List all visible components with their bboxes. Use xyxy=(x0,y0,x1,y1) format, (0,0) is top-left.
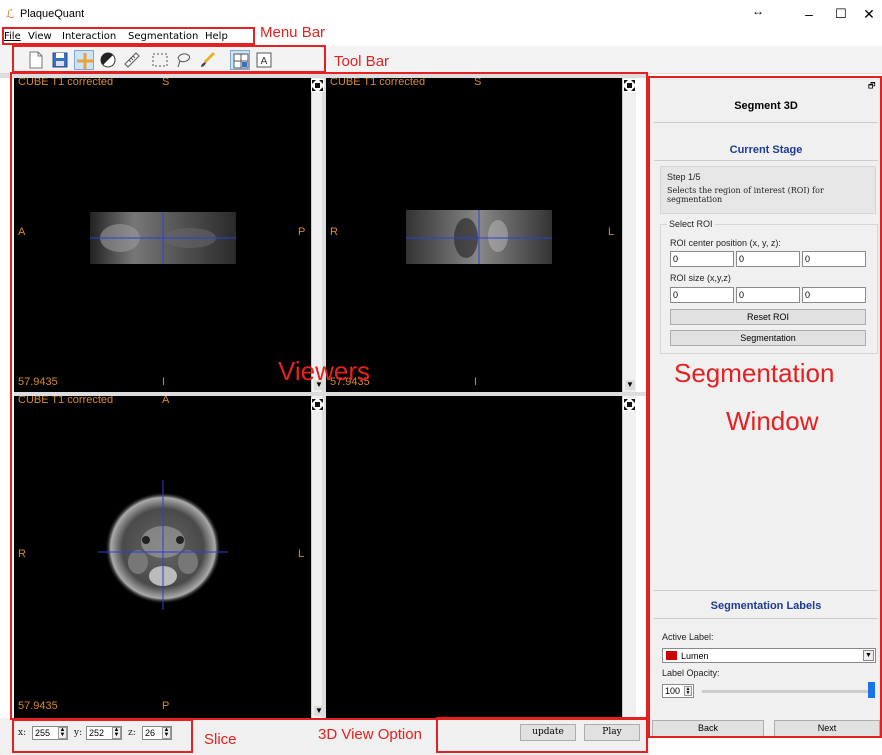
viewers-annotation-box xyxy=(10,72,648,720)
slice-annotation: Slice xyxy=(204,731,237,748)
menu-bar-annotation-box xyxy=(2,27,255,45)
slice-annotation-box xyxy=(12,719,193,753)
menu-bar-annotation: Menu Bar xyxy=(260,24,326,41)
title-bar: ℒ PlaqueQuant ↔ – ☐ ✕ xyxy=(0,0,882,28)
tool-bar-annotation: Tool Bar xyxy=(334,53,390,70)
minimize-button[interactable]: – xyxy=(796,2,822,26)
resize-icon: ↔ xyxy=(752,4,764,18)
app-icon: ℒ xyxy=(6,7,15,21)
view3d-option-annotation: 3D View Option xyxy=(318,726,422,743)
maximize-button[interactable]: ☐ xyxy=(828,2,854,26)
viewers-annotation: Viewers xyxy=(278,356,371,386)
close-button[interactable]: ✕ xyxy=(858,2,880,26)
tool-bar-annotation-box xyxy=(12,45,326,73)
segmentation-window-annotation-line1: Segmentation xyxy=(674,358,835,388)
window-title: PlaqueQuant xyxy=(20,8,85,20)
segmentation-window-annotation-line2: Window xyxy=(726,406,819,436)
view3d-option-annotation-box xyxy=(436,717,648,753)
